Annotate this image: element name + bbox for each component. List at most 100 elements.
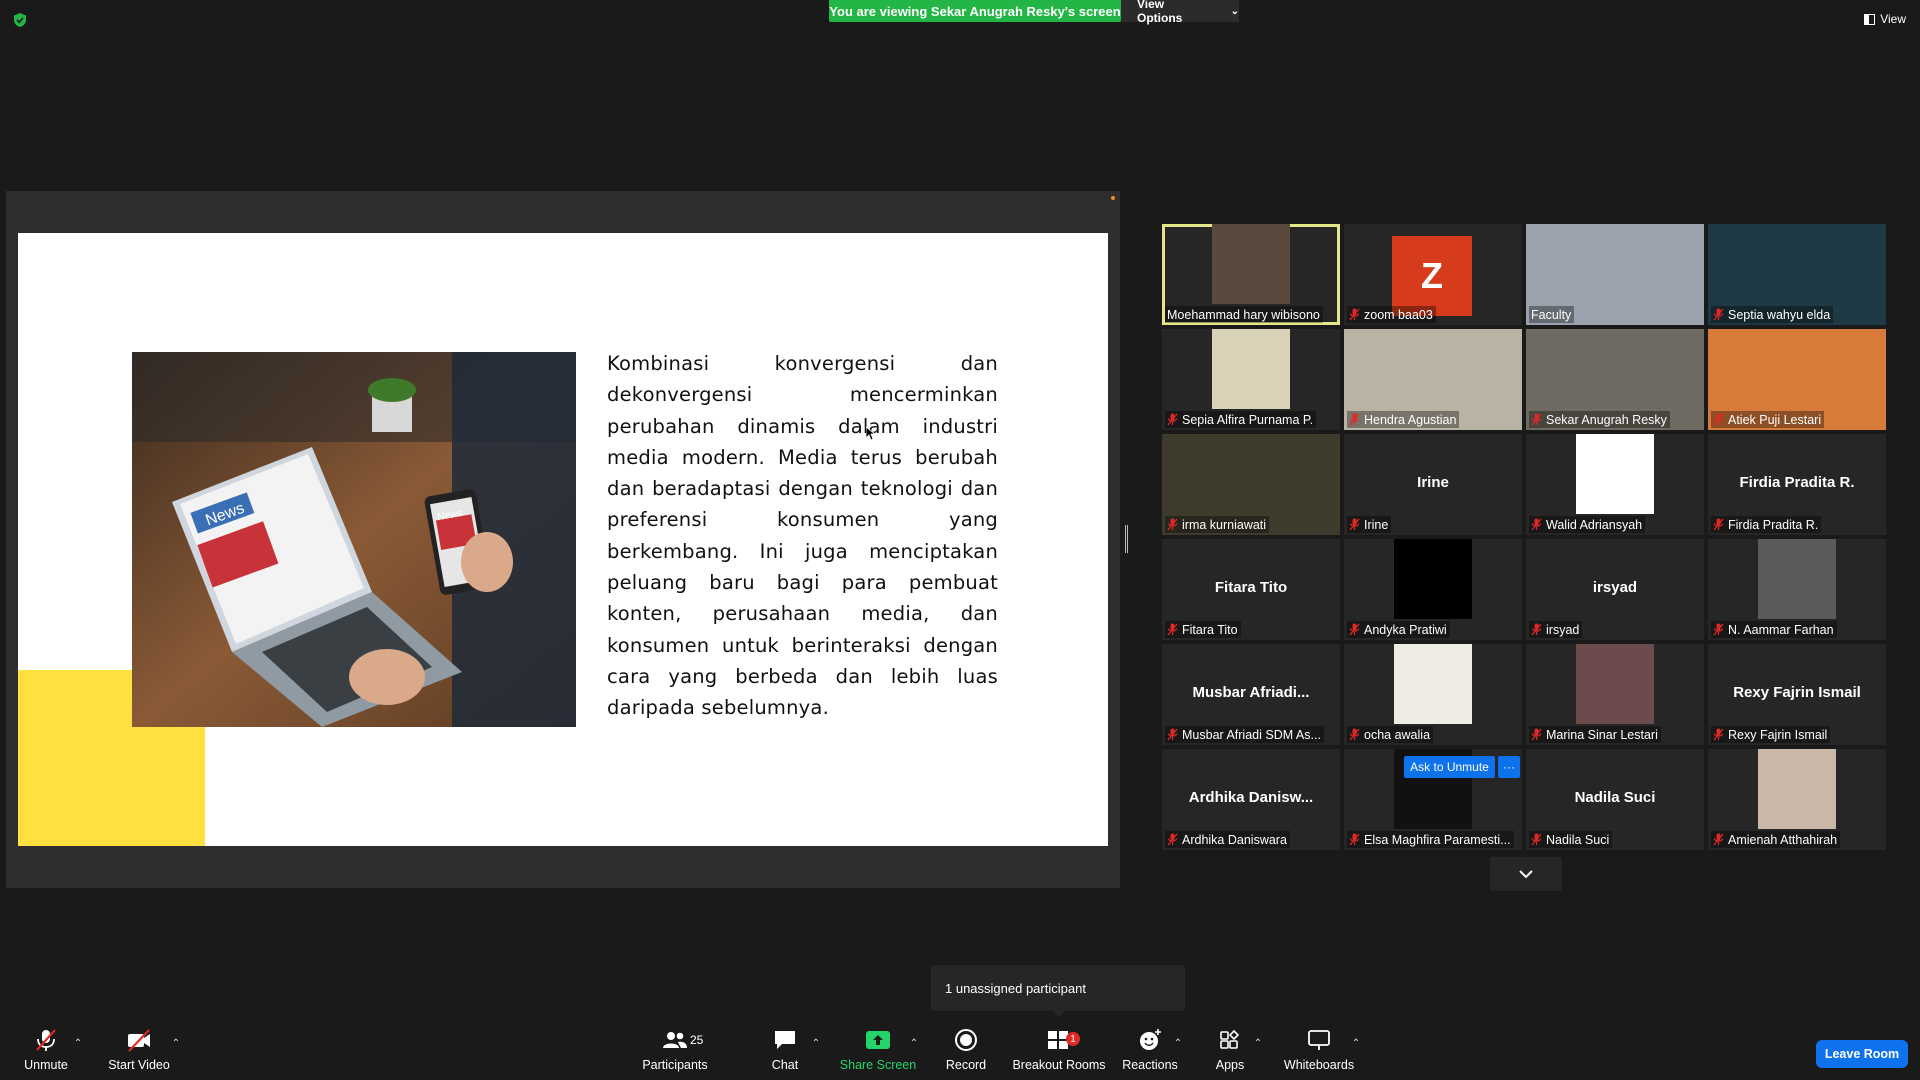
participant-video — [1758, 539, 1836, 619]
recording-indicator — [1111, 196, 1115, 200]
participant-name-row: Faculty — [1529, 306, 1575, 323]
participant-name: Ardhika Daniswara — [1182, 832, 1287, 847]
gallery-next-page-button[interactable] — [1490, 857, 1562, 891]
share-screen-label: Share Screen — [839, 1058, 917, 1072]
participant-name-row: Moehammad hary wibisono — [1165, 306, 1323, 323]
muted-mic-icon — [1167, 413, 1178, 426]
participant-name-row: Amienah Atthahirah — [1711, 831, 1841, 848]
presentation-slide: News News Kombinasi konvergensi dan deko… — [18, 233, 1108, 846]
participant-name-row: Fitara Tito — [1165, 621, 1241, 638]
unmute-label: Unmute — [24, 1058, 68, 1072]
participant-tile[interactable]: Andyka Pratiwi — [1344, 539, 1522, 640]
participant-name-row: ocha awalia — [1347, 726, 1434, 743]
start-video-button[interactable]: Start Video — [104, 1020, 174, 1080]
participant-tile[interactable]: Rexy Fajrin Ismail Rexy Fajrin Ismail — [1708, 644, 1886, 745]
reactions-options-caret-icon[interactable]: ⌃ — [1172, 1038, 1184, 1049]
view-button[interactable]: View — [1864, 12, 1906, 26]
breakout-notification-badge: 1 — [1066, 1032, 1080, 1046]
participant-name: N. Aammar Farhan — [1728, 622, 1834, 637]
breakout-rooms-label: Breakout Rooms — [1012, 1058, 1106, 1072]
participant-display-name: Irine — [1417, 474, 1449, 491]
muted-mic-icon — [1349, 728, 1360, 741]
split-resize-handle[interactable] — [1125, 525, 1128, 553]
whiteboard-icon — [1308, 1030, 1330, 1050]
muted-mic-icon — [1531, 413, 1542, 426]
participant-name-row: Septia wahyu elda — [1711, 306, 1834, 323]
participant-tile[interactable]: Marina Sinar Lestari — [1526, 644, 1704, 745]
whiteboards-button[interactable]: Whiteboards — [1280, 1020, 1358, 1080]
whiteboards-label: Whiteboards — [1283, 1058, 1355, 1072]
leave-room-button[interactable]: Leave Room — [1816, 1040, 1908, 1068]
participant-tile[interactable]: Musbar Afriadi... Musbar Afriadi SDM As..… — [1162, 644, 1340, 745]
participant-tile[interactable]: ocha awalia — [1344, 644, 1522, 745]
muted-mic-icon — [1713, 308, 1724, 321]
participant-tile[interactable]: Nadila Suci Nadila Suci — [1526, 749, 1704, 850]
participants-label: Participants — [642, 1058, 708, 1072]
participant-tile[interactable]: Fitara Tito Fitara Tito — [1162, 539, 1340, 640]
muted-mic-icon — [1349, 833, 1360, 846]
muted-mic-icon — [1531, 833, 1542, 846]
unassigned-participant-tooltip[interactable]: 1 unassigned participant — [931, 965, 1185, 1011]
participant-name-row: irsyad — [1529, 621, 1583, 638]
participant-tile[interactable]: Hendra Agustian — [1344, 329, 1522, 430]
participant-tile[interactable]: Faculty — [1526, 224, 1704, 325]
audio-options-caret-icon[interactable]: ⌃ — [72, 1038, 84, 1049]
record-button[interactable]: Record — [940, 1020, 992, 1080]
participant-name-row: N. Aammar Farhan — [1711, 621, 1837, 638]
participant-tile[interactable]: Atiek Puji Lestari — [1708, 329, 1886, 430]
participant-tile[interactable]: Ardhika Danisw... Ardhika Daniswara — [1162, 749, 1340, 850]
whiteboards-options-caret-icon[interactable]: ⌃ — [1350, 1038, 1362, 1049]
chat-button[interactable]: Chat — [760, 1020, 810, 1080]
more-options-button[interactable]: ··· — [1498, 756, 1520, 778]
muted-mic-icon — [1349, 308, 1360, 321]
unmute-button[interactable]: Unmute — [14, 1020, 78, 1080]
participant-tile[interactable]: Septia wahyu elda — [1708, 224, 1886, 325]
participant-tile[interactable]: irsyad irsyad — [1526, 539, 1704, 640]
participant-video — [1394, 539, 1472, 619]
participant-tile[interactable]: Sepia Alfira Purnama P. — [1162, 329, 1340, 430]
apps-button[interactable]: Apps — [1205, 1020, 1255, 1080]
participant-tile[interactable]: Moehammad hary wibisono — [1162, 224, 1340, 325]
participant-name: Nadila Suci — [1546, 832, 1610, 847]
participant-name: Fitara Tito — [1182, 622, 1238, 637]
participant-name-row: Musbar Afriadi SDM As... — [1165, 726, 1324, 743]
participant-display-name: Ardhika Danisw... — [1188, 789, 1314, 806]
breakout-rooms-button[interactable]: Breakout Rooms — [1012, 1020, 1106, 1080]
apps-options-caret-icon[interactable]: ⌃ — [1252, 1038, 1264, 1049]
participant-tile[interactable]: N. Aammar Farhan — [1708, 539, 1886, 640]
video-options-caret-icon[interactable]: ⌃ — [170, 1038, 182, 1049]
participant-tile[interactable]: Walid Adriansyah — [1526, 434, 1704, 535]
chat-options-caret-icon[interactable]: ⌃ — [810, 1038, 822, 1049]
participants-icon — [663, 1032, 687, 1048]
participant-name: irma kurniawati — [1182, 517, 1267, 532]
participant-name: Musbar Afriadi SDM As... — [1182, 727, 1321, 742]
participant-display-name: Firdia Pradita R. — [1739, 474, 1855, 491]
participant-name: Septia wahyu elda — [1728, 307, 1831, 322]
participant-tile[interactable]: Irine Irine — [1344, 434, 1522, 535]
share-options-caret-icon[interactable]: ⌃ — [908, 1038, 920, 1049]
ask-to-unmute-button[interactable]: Ask to Unmute — [1404, 756, 1495, 778]
participant-tile[interactable]: Firdia Pradita R. Firdia Pradita R. — [1708, 434, 1886, 535]
video-off-icon — [128, 1029, 150, 1052]
participant-name: Hendra Agustian — [1364, 412, 1457, 427]
participant-name: Amienah Atthahirah — [1728, 832, 1838, 847]
apps-label: Apps — [1215, 1058, 1245, 1072]
screen-share-banner: You are viewing Sekar Anugrah Resky's sc… — [829, 0, 1121, 22]
participant-tile[interactable]: Zzoom baa03 — [1344, 224, 1522, 325]
participant-display-name: Fitara Tito — [1214, 579, 1288, 596]
participants-button[interactable]: Participants — [640, 1020, 710, 1080]
participant-video — [1394, 644, 1472, 724]
participant-tile[interactable]: Sekar Anugrah Resky — [1526, 329, 1704, 430]
participant-tile[interactable]: Amienah Atthahirah — [1708, 749, 1886, 850]
muted-mic-icon — [1167, 623, 1178, 636]
participant-name: Andyka Pratiwi — [1364, 622, 1447, 637]
security-shield-icon[interactable] — [12, 12, 28, 28]
view-options-button[interactable]: View Options ⌄ — [1121, 0, 1239, 25]
participant-name-row: Marina Sinar Lestari — [1529, 726, 1661, 743]
participants-count: 25 — [690, 1033, 704, 1047]
participant-tile[interactable]: irma kurniawati — [1162, 434, 1340, 535]
participant-name: Sekar Anugrah Resky — [1546, 412, 1667, 427]
share-screen-button[interactable]: Share Screen — [838, 1020, 918, 1080]
slide-body-text: Kombinasi konvergensi dan dekonvergensi … — [607, 352, 998, 720]
reactions-button[interactable]: Reactions — [1120, 1020, 1180, 1080]
